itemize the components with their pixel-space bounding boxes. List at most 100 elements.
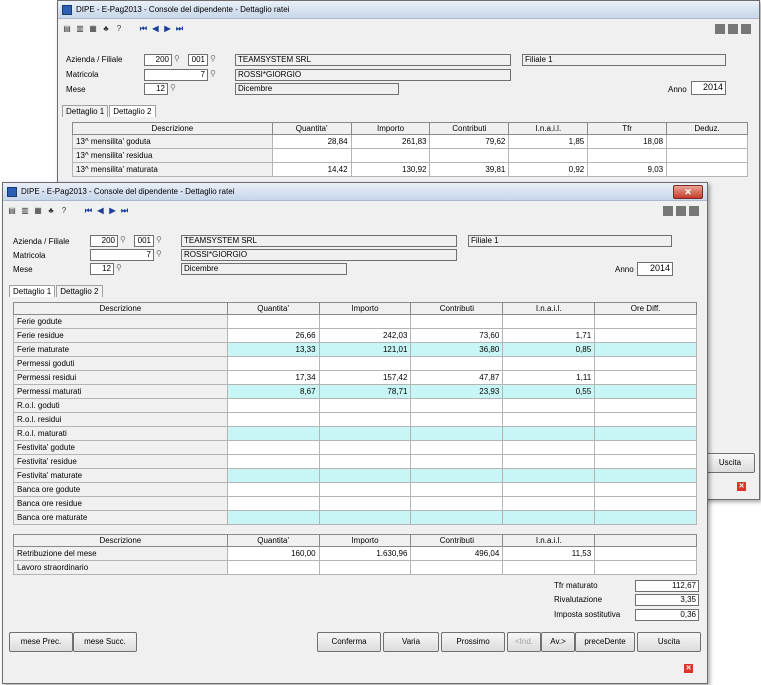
conferma-button[interactable]: Conferma — [317, 632, 381, 652]
cell-value[interactable] — [318, 454, 412, 469]
cell-value[interactable] — [410, 560, 504, 575]
cell-value[interactable] — [318, 314, 412, 329]
cell-value[interactable]: 39,81 — [429, 162, 510, 177]
cell-value[interactable]: 0,92 — [508, 162, 589, 177]
cell-value[interactable] — [502, 560, 596, 575]
last-record-icon[interactable]: ⏭ — [175, 24, 184, 34]
table-row[interactable]: Ferie residue 26,66 242,03 73,60 1,71 — [13, 328, 697, 343]
cell-value[interactable] — [594, 412, 697, 427]
cell-value[interactable] — [594, 328, 697, 343]
last-record-icon[interactable]: ⏭ — [120, 206, 129, 216]
cell-value[interactable]: 1.630,96 — [318, 546, 412, 561]
tab-dettaglio-1[interactable]: Dettaglio 1 — [62, 105, 109, 117]
cell-value[interactable]: 18,08 — [587, 134, 668, 149]
precedente-button[interactable]: preceDente — [575, 632, 635, 652]
cell-value[interactable] — [502, 412, 596, 427]
cell-value[interactable] — [594, 356, 697, 371]
cell-value[interactable] — [594, 370, 697, 385]
table-row[interactable]: Banca ore godute — [13, 482, 697, 497]
table-row[interactable]: Festivita' maturate — [13, 468, 697, 483]
tools-icon[interactable]: ♣ — [46, 206, 56, 216]
cell-value[interactable] — [318, 426, 412, 441]
cell-value[interactable] — [594, 398, 697, 413]
preview-icon[interactable]: ▥ — [75, 24, 85, 34]
cell-value[interactable] — [226, 468, 320, 483]
cell-value[interactable] — [318, 398, 412, 413]
cell-value[interactable]: 121,01 — [318, 342, 412, 357]
cell-value[interactable] — [666, 134, 748, 149]
cell-value[interactable] — [226, 454, 320, 469]
print-icon[interactable]: ▤ — [62, 24, 72, 34]
cell-value[interactable] — [226, 398, 320, 413]
cell-value[interactable]: 14,42 — [271, 162, 352, 177]
matricola-field[interactable]: 7 — [90, 249, 154, 261]
cell-value[interactable] — [594, 546, 697, 561]
table-row[interactable]: Banca ore residue — [13, 496, 697, 511]
cell-value[interactable]: 17,34 — [226, 370, 320, 385]
cell-value[interactable] — [318, 412, 412, 427]
first-record-icon[interactable]: ⏮ — [139, 24, 148, 34]
cell-value[interactable] — [502, 510, 596, 525]
cell-value[interactable] — [594, 560, 697, 575]
cell-value[interactable] — [594, 440, 697, 455]
print-icon[interactable]: ▤ — [7, 206, 17, 216]
cell-value[interactable] — [666, 148, 748, 163]
cell-value[interactable] — [318, 356, 412, 371]
cell-value[interactable] — [318, 510, 412, 525]
cell-value[interactable] — [594, 454, 697, 469]
lookup-icon[interactable]: ⚲ — [174, 54, 180, 63]
cell-value[interactable] — [410, 412, 504, 427]
front-close-icon[interactable]: ✕ — [684, 664, 693, 673]
cell-value[interactable] — [502, 468, 596, 483]
cell-value[interactable]: 23,93 — [410, 384, 504, 399]
notes-icon[interactable] — [663, 206, 673, 216]
notes-icon[interactable] — [715, 24, 725, 34]
anno-field[interactable]: 2014 — [691, 81, 726, 95]
back-close-icon[interactable]: ✕ — [737, 482, 746, 491]
next-record-icon[interactable]: ▶ — [163, 24, 172, 34]
cell-value[interactable]: 26,66 — [226, 328, 320, 343]
cell-value[interactable] — [318, 560, 412, 575]
indietro-button[interactable]: <Ind. — [507, 632, 541, 652]
cell-value[interactable]: 157,42 — [318, 370, 412, 385]
cell-value[interactable] — [410, 398, 504, 413]
cell-value[interactable] — [410, 468, 504, 483]
table-row[interactable]: Ferie godute — [13, 314, 697, 329]
azienda-field[interactable]: 200 — [90, 235, 118, 247]
cell-value[interactable] — [226, 314, 320, 329]
cell-value[interactable] — [594, 496, 697, 511]
cell-value[interactable]: 1,11 — [502, 370, 596, 385]
cell-value[interactable]: 1,71 — [502, 328, 596, 343]
back-uscita-button[interactable]: Uscita — [705, 453, 755, 473]
table-row[interactable]: R.o.l. residui — [13, 412, 697, 427]
cell-value[interactable] — [502, 440, 596, 455]
mese-prec-button[interactable]: mese Prec. — [9, 632, 73, 652]
previous-record-icon[interactable]: ◀ — [151, 24, 160, 34]
preview-icon[interactable]: ▥ — [20, 206, 30, 216]
tab-dettaglio-1[interactable]: Dettaglio 1 — [9, 285, 56, 297]
cell-value[interactable] — [410, 510, 504, 525]
help-icon[interactable]: ? — [114, 24, 124, 34]
avanti-button[interactable]: Av.> — [541, 632, 575, 652]
cell-value[interactable] — [318, 440, 412, 455]
cell-value[interactable]: 73,60 — [410, 328, 504, 343]
cell-value[interactable] — [318, 468, 412, 483]
table-row[interactable]: Festivita' residue — [13, 454, 697, 469]
cell-value[interactable]: 9,03 — [587, 162, 668, 177]
table-row[interactable]: Permessi residui 17,34 157,42 47,87 1,11 — [13, 370, 697, 385]
menu-icon[interactable] — [689, 206, 699, 216]
filiale-field[interactable]: 001 — [188, 54, 208, 66]
cell-value[interactable] — [502, 426, 596, 441]
cell-value[interactable]: 36,80 — [410, 342, 504, 357]
cell-value[interactable] — [502, 482, 596, 497]
cell-value[interactable] — [226, 482, 320, 497]
cell-value[interactable]: 496,04 — [410, 546, 504, 561]
cell-value[interactable] — [502, 314, 596, 329]
filiale-field[interactable]: 001 — [134, 235, 154, 247]
cell-value[interactable] — [226, 426, 320, 441]
mail-icon[interactable] — [728, 24, 738, 34]
cell-value[interactable] — [226, 496, 320, 511]
window-close-button[interactable]: ✕ — [673, 185, 703, 199]
lookup-icon[interactable]: ⚲ — [210, 54, 216, 63]
table-row[interactable]: Ferie maturate 13,33 121,01 36,80 0,85 — [13, 342, 697, 357]
